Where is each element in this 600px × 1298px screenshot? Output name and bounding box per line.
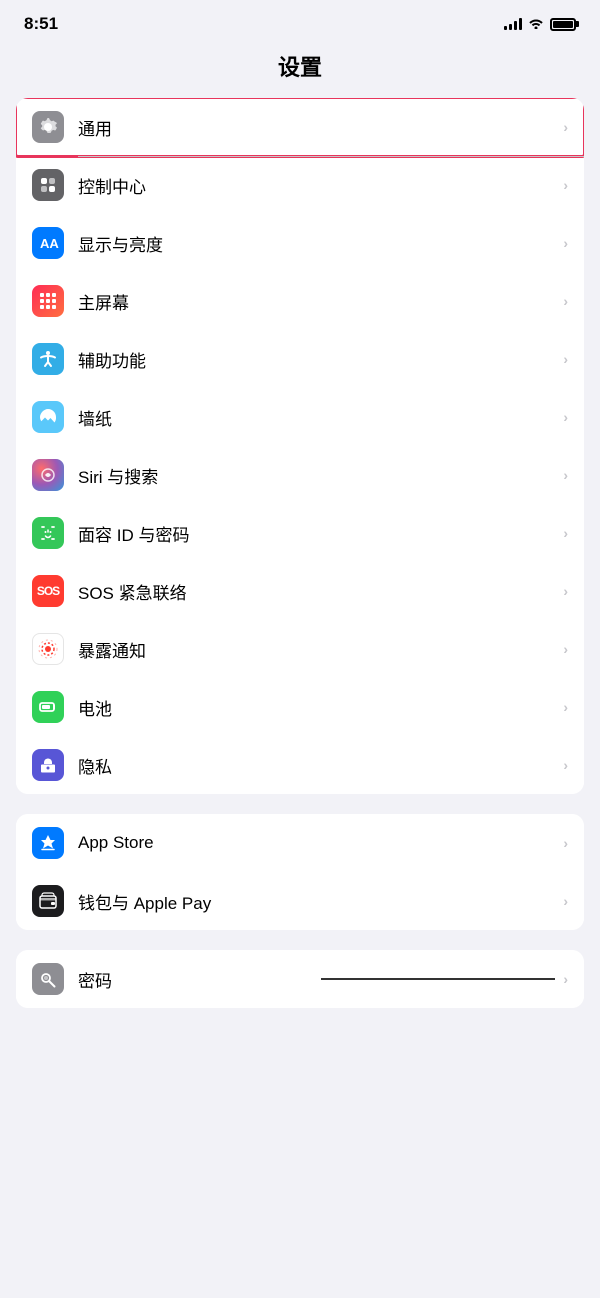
settings-item-privacy[interactable]: 隐私 › xyxy=(16,736,584,794)
settings-item-home-screen[interactable]: 主屏幕 › xyxy=(16,272,584,330)
passwords-chevron: › xyxy=(563,971,568,987)
battery-chevron: › xyxy=(563,699,568,715)
control-center-icon xyxy=(32,169,64,201)
exposure-label: 暴露通知 xyxy=(78,637,563,662)
settings-item-display[interactable]: AA 显示与亮度 › xyxy=(16,214,584,272)
settings-section-passwords: 密码 › xyxy=(16,950,584,1008)
accessibility-icon xyxy=(32,343,64,375)
passwords-underline xyxy=(321,978,556,980)
control-center-chevron: › xyxy=(563,177,568,193)
status-bar: 8:51 xyxy=(0,0,600,42)
general-chevron: › xyxy=(563,119,568,135)
display-label: 显示与亮度 xyxy=(78,231,563,256)
general-icon xyxy=(32,111,64,143)
passwords-label: 密码 xyxy=(78,967,313,992)
display-icon: AA xyxy=(32,227,64,259)
faceid-icon xyxy=(32,517,64,549)
settings-item-faceid[interactable]: 面容 ID 与密码 › xyxy=(16,504,584,562)
settings-item-control-center[interactable]: 控制中心 › xyxy=(16,156,584,214)
siri-icon xyxy=(32,459,64,491)
general-label: 通用 xyxy=(78,115,563,140)
exposure-chevron: › xyxy=(563,641,568,657)
sos-icon: SOS xyxy=(32,575,64,607)
wallpaper-chevron: › xyxy=(563,409,568,425)
appstore-label: App Store xyxy=(78,833,563,853)
settings-item-wallet[interactable]: 钱包与 Apple Pay › xyxy=(16,872,584,930)
privacy-chevron: › xyxy=(563,757,568,773)
home-screen-icon xyxy=(32,285,64,317)
siri-label: Siri 与搜索 xyxy=(78,463,563,488)
wifi-icon xyxy=(528,16,544,32)
accessibility-chevron: › xyxy=(563,351,568,367)
settings-item-passwords[interactable]: 密码 › xyxy=(16,950,584,1008)
sos-chevron: › xyxy=(563,583,568,599)
status-icons xyxy=(504,16,576,32)
settings-item-sos[interactable]: SOS SOS 紧急联络 › xyxy=(16,562,584,620)
svg-text:AA: AA xyxy=(40,236,59,251)
page-title: 设置 xyxy=(0,42,600,98)
appstore-chevron: › xyxy=(563,835,568,851)
passwords-icon xyxy=(32,963,64,995)
privacy-label: 隐私 xyxy=(78,753,563,778)
status-time: 8:51 xyxy=(24,14,58,34)
settings-section-apps: App Store › 钱包与 Apple Pay › xyxy=(16,814,584,930)
home-screen-chevron: › xyxy=(563,293,568,309)
battery-settings-icon xyxy=(32,691,64,723)
wallpaper-label: 墙纸 xyxy=(78,405,563,430)
settings-section-main: 通用 › 控制中心 › AA 显示与亮度 › xyxy=(16,98,584,794)
home-screen-label: 主屏幕 xyxy=(78,289,563,314)
display-chevron: › xyxy=(563,235,568,251)
signal-icon xyxy=(504,18,522,30)
exposure-icon xyxy=(32,633,64,665)
settings-item-battery[interactable]: 电池 › xyxy=(16,678,584,736)
sos-label: SOS 紧急联络 xyxy=(78,579,563,604)
settings-item-accessibility[interactable]: 辅助功能 › xyxy=(16,330,584,388)
appstore-icon xyxy=(32,827,64,859)
settings-item-appstore[interactable]: App Store › xyxy=(16,814,584,872)
settings-item-wallpaper[interactable]: 墙纸 › xyxy=(16,388,584,446)
settings-item-general[interactable]: 通用 › xyxy=(16,98,584,156)
control-center-label: 控制中心 xyxy=(78,173,563,198)
wallet-label: 钱包与 Apple Pay xyxy=(78,889,563,914)
battery-icon xyxy=(550,18,576,31)
battery-label: 电池 xyxy=(78,695,563,720)
faceid-chevron: › xyxy=(563,525,568,541)
wallet-icon xyxy=(32,885,64,917)
wallpaper-icon xyxy=(32,401,64,433)
privacy-icon xyxy=(32,749,64,781)
faceid-label: 面容 ID 与密码 xyxy=(78,521,563,546)
siri-chevron: › xyxy=(563,467,568,483)
accessibility-label: 辅助功能 xyxy=(78,347,563,372)
settings-item-siri[interactable]: Siri 与搜索 › xyxy=(16,446,584,504)
settings-item-exposure[interactable]: 暴露通知 › xyxy=(16,620,584,678)
wallet-chevron: › xyxy=(563,893,568,909)
